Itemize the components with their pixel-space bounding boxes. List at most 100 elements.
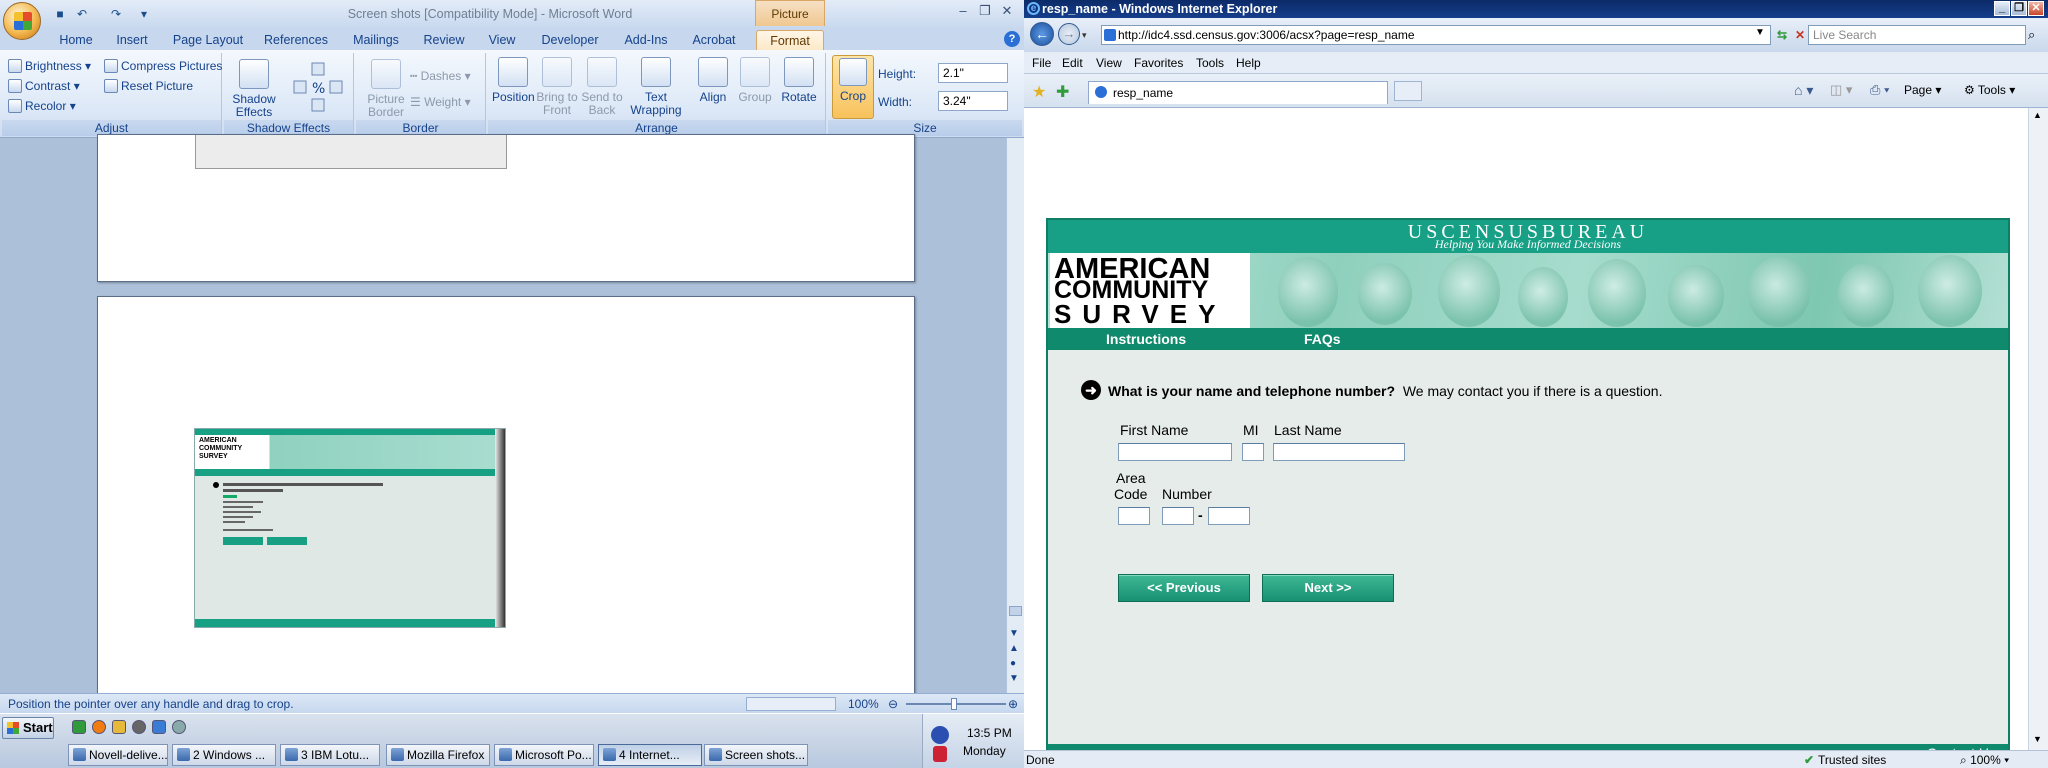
word-vertical-scrollbar[interactable]: ▼ ▲ ● ▼ [1006,138,1024,693]
menu-favorites[interactable]: Favorites [1134,56,1183,70]
tab-developer[interactable]: Developer [536,30,604,50]
firefox-icon[interactable] [92,720,106,734]
office-button[interactable] [3,2,41,40]
ie-zoom[interactable]: ⌕ 100% ▾ [1960,752,2009,768]
forward-button[interactable]: → [1058,23,1080,45]
start-button[interactable]: Start [2,717,54,739]
tab-insert[interactable]: Insert [112,30,152,50]
menu-help[interactable]: Help [1236,56,1261,70]
minimize-button[interactable]: – [952,2,974,20]
favorites-star-icon[interactable]: ★ [1032,82,1046,102]
recolor-button[interactable]: Recolor ▾ [8,99,76,113]
zoom-out-icon[interactable]: ⊖ [888,697,898,711]
security-zone[interactable]: ✔ Trusted sites [1804,752,1886,768]
tab-format[interactable]: Format [756,30,824,50]
taskbar-item[interactable]: Microsoft Po... [494,744,594,766]
mi-field[interactable] [1242,443,1264,461]
save-icon[interactable]: ■ [52,6,68,22]
instructions-link[interactable]: Instructions [1106,331,1186,347]
page-1-image-bottom[interactable] [195,135,507,169]
back-button[interactable]: ← [1030,22,1054,46]
taskbar-item[interactable]: Novell-delive... [68,744,168,766]
width-field[interactable]: 3.24" [938,91,1008,111]
taskbar-item-active[interactable]: 4 Internet... [598,744,702,766]
scroll-down-icon[interactable]: ▼ [1009,628,1019,639]
search-icon[interactable]: ⌕ [2028,27,2035,43]
prev-page-icon[interactable]: ▲ [1009,643,1019,654]
first-name-field[interactable] [1118,443,1232,461]
help-icon[interactable]: ? [1004,31,1020,47]
network-icon[interactable] [931,726,949,744]
faqs-link[interactable]: FAQs [1304,331,1341,347]
maximize-button[interactable]: ❐ [974,2,996,20]
taskbar-item[interactable]: Mozilla Firefox [386,744,490,766]
scroll-up-icon[interactable]: ▲ [2033,110,2042,120]
tab-add-ins[interactable]: Add-Ins [620,30,672,50]
position-button[interactable]: Position [492,57,535,104]
contrast-button[interactable]: Contrast ▾ [8,79,80,93]
stop-icon[interactable]: ✕ [1792,25,1808,45]
align-button[interactable]: Align [694,57,732,104]
menu-view[interactable]: View [1096,56,1122,70]
clock[interactable]: 13:5 PM [967,726,1012,740]
address-dropdown-icon[interactable]: ▼ [1755,27,1765,38]
tab-references[interactable]: References [262,30,330,50]
next-page-icon[interactable]: ▼ [1009,673,1019,684]
page-menu[interactable]: Page ▾ [1904,83,1941,97]
area-code-field[interactable] [1118,507,1150,525]
tab-review[interactable]: Review [420,30,468,50]
search-input[interactable]: Live Search [1808,25,2026,45]
quicklaunch-app-icon[interactable] [72,720,86,734]
media-icon[interactable] [132,720,146,734]
tab-view[interactable]: View [484,30,520,50]
text-wrapping-button[interactable]: Text Wrapping [628,57,684,117]
taskbar-item[interactable]: 3 IBM Lotu... [280,744,380,766]
next-button[interactable]: Next >> [1262,574,1394,602]
address-bar[interactable]: http://idc4.ssd.census.gov:3006/acsx?pag… [1101,25,1771,45]
folder-icon[interactable] [112,720,126,734]
menu-edit[interactable]: Edit [1062,56,1083,70]
home-icon[interactable]: ⌂ ▾ [1794,82,1813,99]
last-name-field[interactable] [1273,443,1405,461]
previous-button[interactable]: << Previous [1118,574,1250,602]
weight-button[interactable]: ☰ Weight ▾ [410,95,471,109]
browse-object-icon[interactable]: ● [1010,658,1016,669]
menu-tools[interactable]: Tools [1196,56,1224,70]
app-icon[interactable] [172,720,186,734]
browser-tab[interactable]: resp_name [1088,81,1388,104]
zoom-in-icon[interactable]: ⊕ [1008,697,1018,711]
undo-icon[interactable]: ↶ [74,6,90,22]
ie-quicklaunch-icon[interactable] [152,720,166,734]
tools-menu[interactable]: ⚙ Tools ▾ [1964,83,2015,97]
reset-picture-button[interactable]: Reset Picture [104,79,193,93]
brightness-button[interactable]: Brightness ▾ [8,59,91,73]
tab-home[interactable]: Home [56,30,96,50]
taskbar-item[interactable]: Screen shots... [704,744,808,766]
zoom-slider-thumb[interactable] [951,698,957,710]
tab-page-layout[interactable]: Page Layout [170,30,246,50]
close-button[interactable]: ✕ [996,2,1018,20]
scroll-down-icon[interactable]: ▼ [2033,734,2042,744]
new-tab-button[interactable] [1394,81,1422,101]
history-dropdown-icon[interactable]: ▾ [1082,30,1087,41]
view-buttons[interactable] [746,697,836,711]
security-icon[interactable] [933,746,947,762]
qat-customize-icon[interactable]: ▾ [136,6,152,22]
refresh-icon[interactable]: ⇆ [1774,25,1790,45]
compress-pictures-button[interactable]: Compress Pictures [104,59,222,73]
feeds-icon[interactable]: ◫ ▾ [1830,82,1852,98]
height-field[interactable]: 2.1" [938,63,1008,83]
scroll-thumb[interactable] [1009,606,1022,616]
picture-border-button[interactable]: Picture Border [360,59,412,119]
bring-to-front-button[interactable]: Bring to Front [536,57,578,117]
rotate-button[interactable]: Rotate [778,57,820,104]
survey-screenshot-thumbnail[interactable]: AMERICAN COMMUNITY SURVEY [194,428,506,628]
crop-button[interactable]: Crop [832,55,874,119]
zoom-level[interactable]: 100% [848,697,879,711]
ie-vertical-scrollbar[interactable]: ▲ ▼ [2028,108,2048,750]
tab-acrobat[interactable]: Acrobat [688,30,740,50]
menu-file[interactable]: File [1032,56,1051,70]
add-favorite-icon[interactable]: ✚ [1056,82,1069,102]
shadow-nudge-icon[interactable]: % [290,61,346,113]
group-button[interactable]: Group [736,57,774,104]
